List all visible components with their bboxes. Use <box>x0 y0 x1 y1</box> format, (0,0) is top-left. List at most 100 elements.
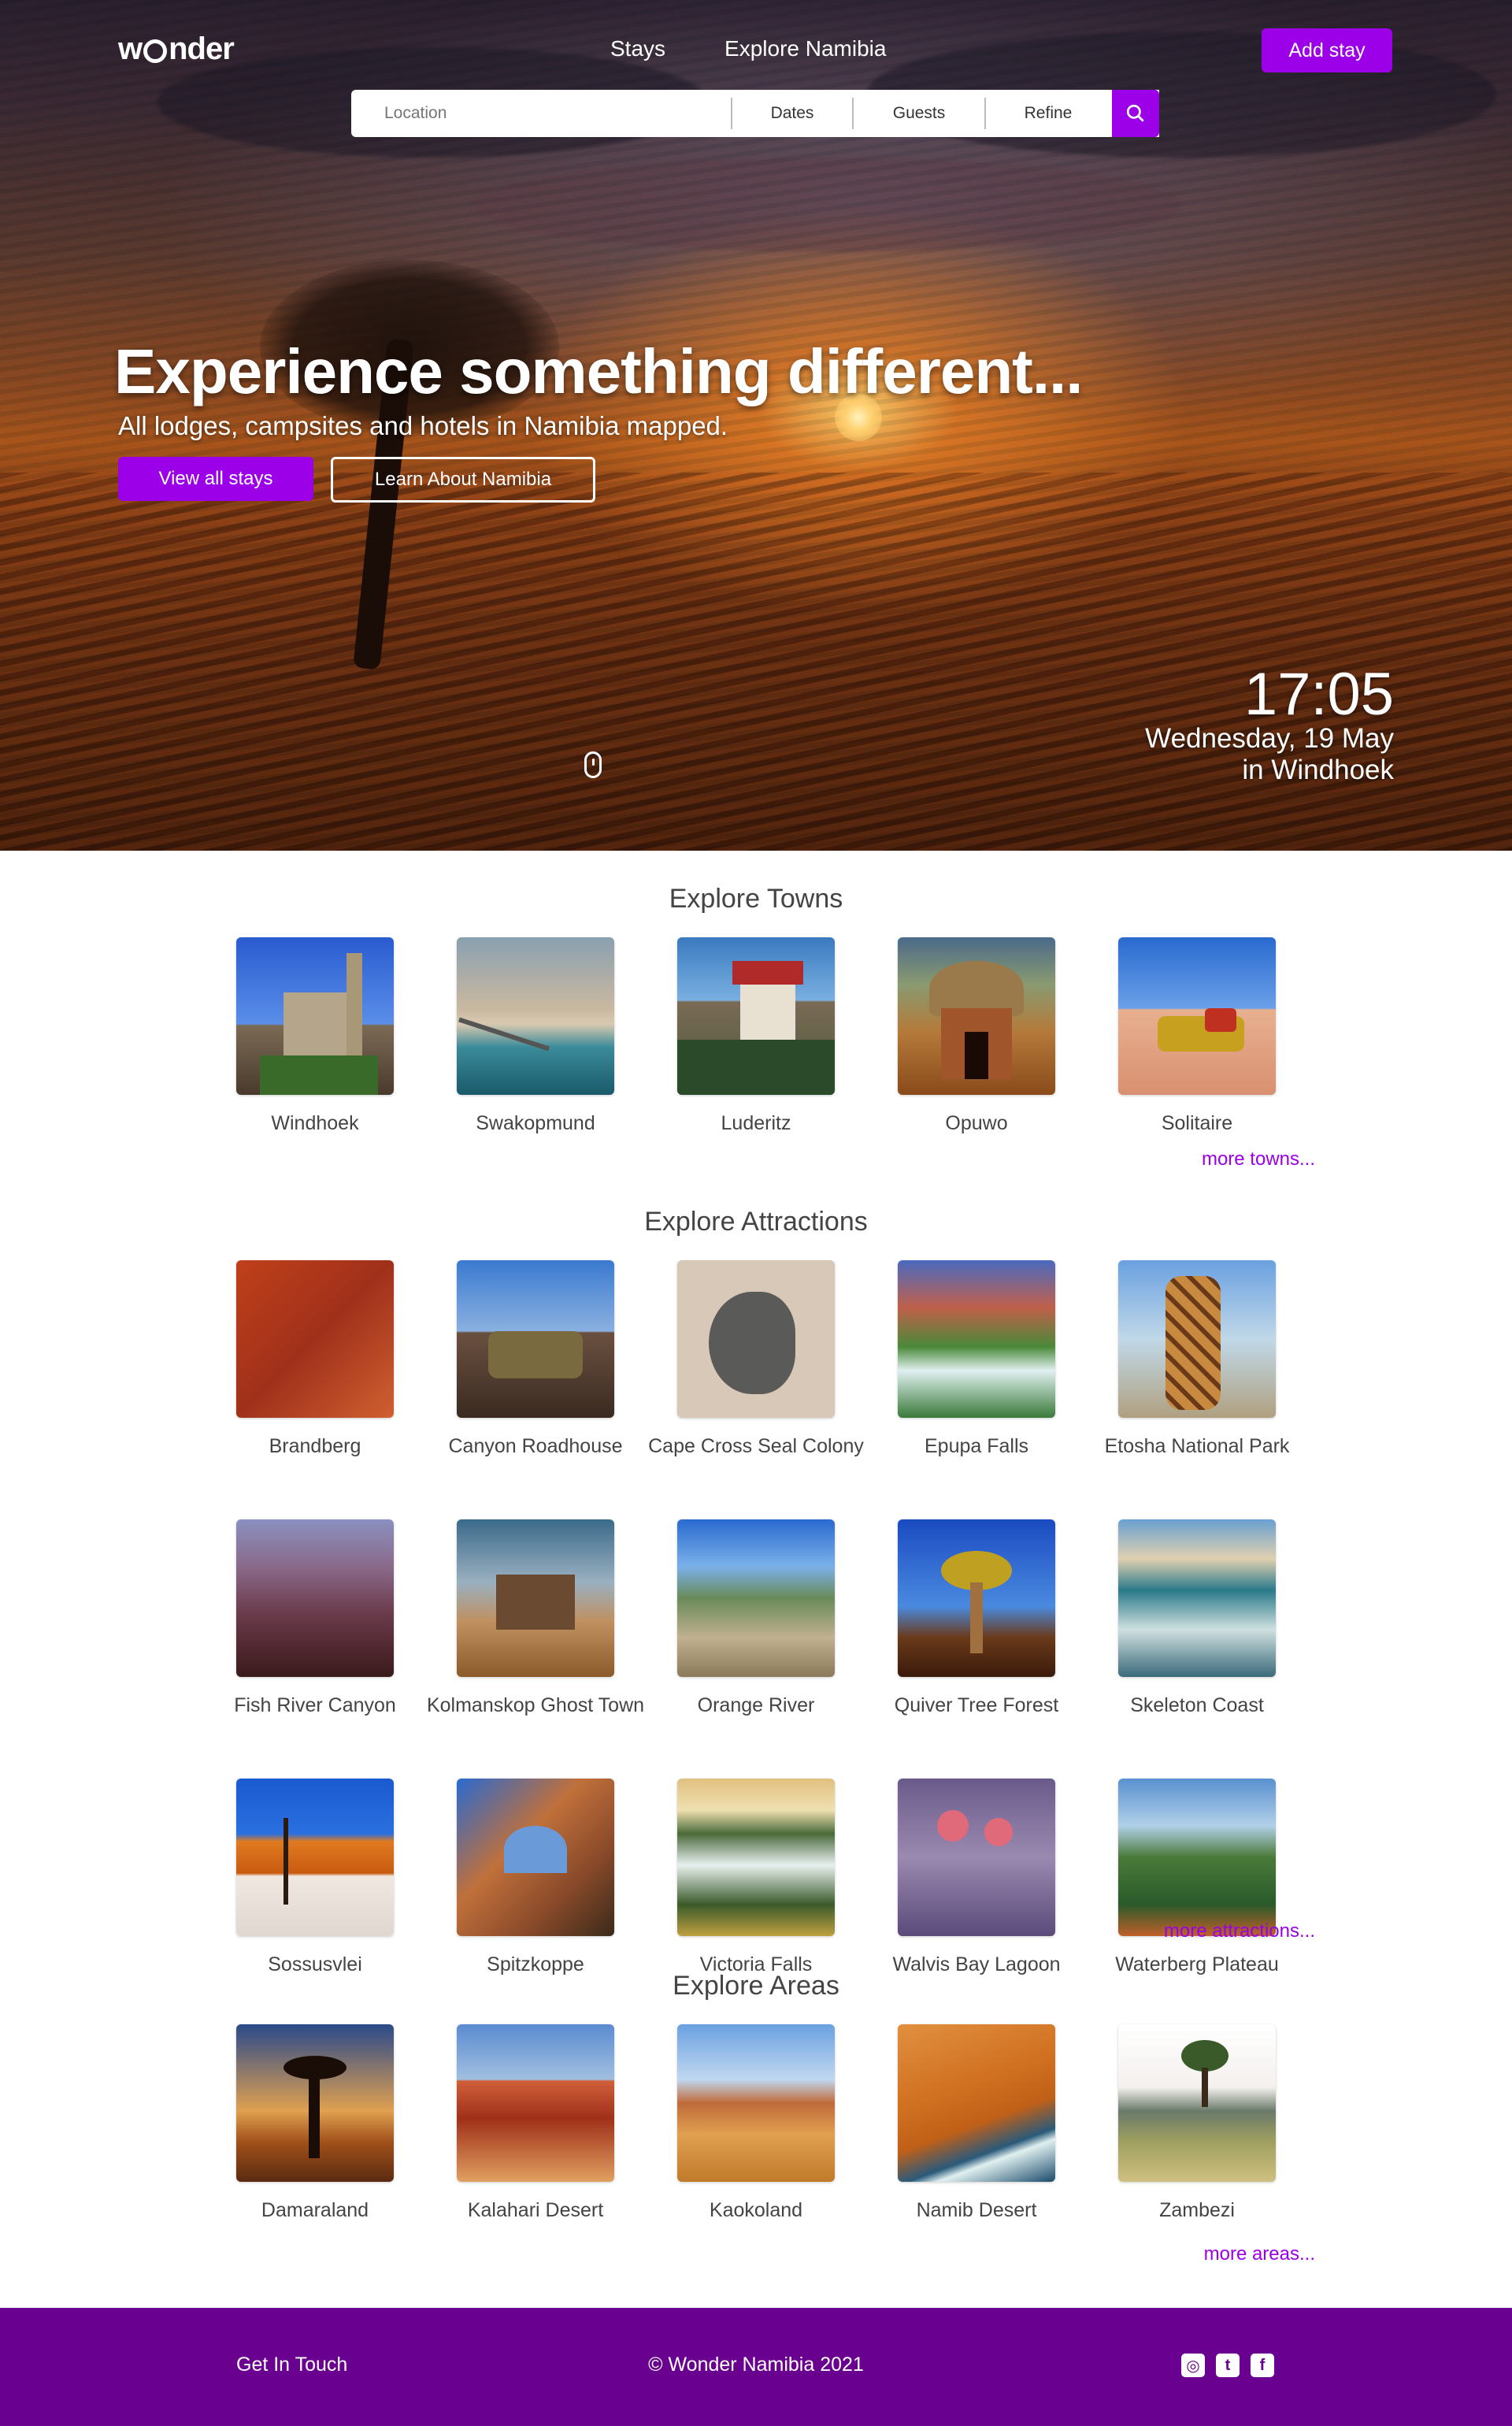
attraction-card-quiver-tree-forest[interactable]: Quiver Tree Forest <box>894 1519 1059 1717</box>
attraction-label: Skeleton Coast <box>1130 1694 1264 1716</box>
town-label: Luderitz <box>721 1112 791 1134</box>
main-nav: Stays Explore Namibia <box>610 32 886 66</box>
attraction-label: Cape Cross Seal Colony <box>648 1435 864 1457</box>
refine-field[interactable]: Refine <box>984 98 1110 129</box>
scroll-down-icon[interactable] <box>584 751 602 778</box>
attraction-label: Brandberg <box>269 1435 361 1457</box>
logo[interactable]: w nder <box>118 32 235 66</box>
instagram-icon[interactable]: ◎ <box>1181 2354 1205 2377</box>
town-label: Opuwo <box>945 1112 1008 1134</box>
more-areas-link[interactable]: more areas... <box>1204 2243 1315 2265</box>
location-input[interactable] <box>351 90 731 137</box>
area-label: Damaraland <box>261 2199 369 2221</box>
attraction-card-victoria-falls[interactable]: Victoria Falls <box>677 1779 835 1976</box>
add-stay-button[interactable]: Add stay <box>1262 28 1392 72</box>
attraction-card-orange-river[interactable]: Orange River <box>677 1519 835 1717</box>
attractions-section-title: Explore Attractions <box>644 1207 868 1237</box>
area-label: Zambezi <box>1159 2199 1235 2221</box>
town-label: Swakopmund <box>476 1112 595 1134</box>
town-label: Windhoek <box>271 1112 359 1134</box>
town-image <box>236 937 394 1095</box>
attraction-label: Kolmanskop Ghost Town <box>426 1694 645 1716</box>
area-image <box>457 2024 614 2182</box>
attraction-image <box>236 1779 394 1936</box>
logo-mark-icon <box>143 39 168 63</box>
town-card-solitaire[interactable]: Solitaire <box>1118 937 1276 1135</box>
attraction-image <box>457 1779 614 1936</box>
area-label: Kaokoland <box>709 2199 803 2221</box>
area-card-kalahari-desert[interactable]: Kalahari Desert <box>457 2024 614 2222</box>
area-label: Namib Desert <box>916 2199 1037 2221</box>
town-label: Solitaire <box>1161 1112 1233 1134</box>
attraction-card-cape-cross-seal-colony[interactable]: Cape Cross Seal Colony <box>648 1260 864 1458</box>
town-card-luderitz[interactable]: Luderitz <box>677 937 835 1135</box>
copyright-text: © Wonder Namibia 2021 <box>648 2354 864 2376</box>
town-card-windhoek[interactable]: Windhoek <box>236 937 394 1135</box>
attraction-image <box>1118 1260 1276 1418</box>
areas-section-title: Explore Areas <box>673 1971 839 2001</box>
attraction-card-waterberg-plateau[interactable]: Waterberg Plateau <box>1115 1779 1279 1976</box>
attraction-card-spitzkoppe[interactable]: Spitzkoppe <box>457 1779 614 1976</box>
more-attractions-link[interactable]: more attractions... <box>1164 1920 1315 1942</box>
areas-grid: Damaraland Kalahari Desert Kaokoland Nam… <box>236 2024 1276 2222</box>
search-bar: Dates Guests Refine <box>351 90 1159 137</box>
view-all-stays-button[interactable]: View all stays <box>118 457 313 501</box>
guests-field[interactable]: Guests <box>852 98 984 129</box>
footer: Get In Touch © Wonder Namibia 2021 ◎ t f <box>0 2308 1512 2426</box>
town-image <box>898 937 1055 1095</box>
attraction-card-fish-river-canyon[interactable]: Fish River Canyon <box>234 1519 396 1717</box>
area-card-zambezi[interactable]: Zambezi <box>1118 2024 1276 2222</box>
attraction-label: Quiver Tree Forest <box>894 1694 1059 1716</box>
more-towns-link[interactable]: more towns... <box>1202 1148 1315 1170</box>
attraction-image <box>898 1779 1055 1936</box>
attraction-card-etosha-national-park[interactable]: Etosha National Park <box>1105 1260 1289 1458</box>
attraction-label: Canyon Roadhouse <box>448 1435 623 1457</box>
attraction-card-brandberg[interactable]: Brandberg <box>236 1260 394 1458</box>
area-label: Kalahari Desert <box>467 2199 604 2221</box>
local-city: in Windhoek <box>1242 755 1394 785</box>
area-card-kaokoland[interactable]: Kaokoland <box>677 2024 835 2222</box>
nav-stays[interactable]: Stays <box>610 32 665 66</box>
attraction-label: Epupa Falls <box>924 1435 1029 1457</box>
area-card-damaraland[interactable]: Damaraland <box>236 2024 394 2222</box>
attraction-card-epupa-falls[interactable]: Epupa Falls <box>898 1260 1055 1458</box>
attraction-image <box>1118 1779 1276 1936</box>
local-date: Wednesday, 19 May <box>1145 723 1394 754</box>
attraction-card-sossusvlei[interactable]: Sossusvlei <box>236 1779 394 1976</box>
attraction-image <box>677 1519 835 1677</box>
town-image <box>1118 937 1276 1095</box>
attraction-label: Fish River Canyon <box>234 1694 396 1716</box>
attraction-card-walvis-bay-lagoon[interactable]: Walvis Bay Lagoon <box>892 1779 1061 1976</box>
search-icon <box>1126 104 1144 122</box>
area-image <box>1118 2024 1276 2182</box>
attraction-label: Etosha National Park <box>1104 1435 1290 1457</box>
attraction-label: Orange River <box>697 1694 815 1716</box>
towns-section-title: Explore Towns <box>669 884 843 914</box>
twitter-icon[interactable]: t <box>1216 2354 1240 2377</box>
area-image <box>677 2024 835 2182</box>
towns-grid: Windhoek Swakopmund Luderitz Opuwo Solit… <box>236 937 1276 1135</box>
attractions-grid: Brandberg Canyon Roadhouse Cape Cross Se… <box>234 1260 1289 1976</box>
area-image <box>898 2024 1055 2182</box>
attraction-card-canyon-roadhouse[interactable]: Canyon Roadhouse <box>449 1260 623 1458</box>
nav-explore-namibia[interactable]: Explore Namibia <box>724 32 886 66</box>
area-image <box>236 2024 394 2182</box>
hero-subtitle: All lodges, campsites and hotels in Nami… <box>118 411 728 440</box>
attraction-image <box>898 1519 1055 1677</box>
attraction-card-kolmanskop-ghost-town[interactable]: Kolmanskop Ghost Town <box>427 1519 644 1717</box>
attraction-image <box>677 1779 835 1936</box>
town-card-opuwo[interactable]: Opuwo <box>898 937 1055 1135</box>
town-card-swakopmund[interactable]: Swakopmund <box>457 937 614 1135</box>
attraction-image <box>677 1260 835 1418</box>
dates-field[interactable]: Dates <box>731 98 852 129</box>
attraction-image <box>236 1519 394 1677</box>
town-image <box>457 937 614 1095</box>
facebook-icon[interactable]: f <box>1251 2354 1274 2377</box>
attraction-image <box>898 1260 1055 1418</box>
area-card-namib-desert[interactable]: Namib Desert <box>898 2024 1055 2222</box>
attraction-card-skeleton-coast[interactable]: Skeleton Coast <box>1118 1519 1276 1717</box>
town-image <box>677 937 835 1095</box>
search-button[interactable] <box>1112 90 1159 137</box>
attraction-image <box>236 1260 394 1418</box>
learn-about-namibia-button[interactable]: Learn About Namibia <box>331 457 595 503</box>
